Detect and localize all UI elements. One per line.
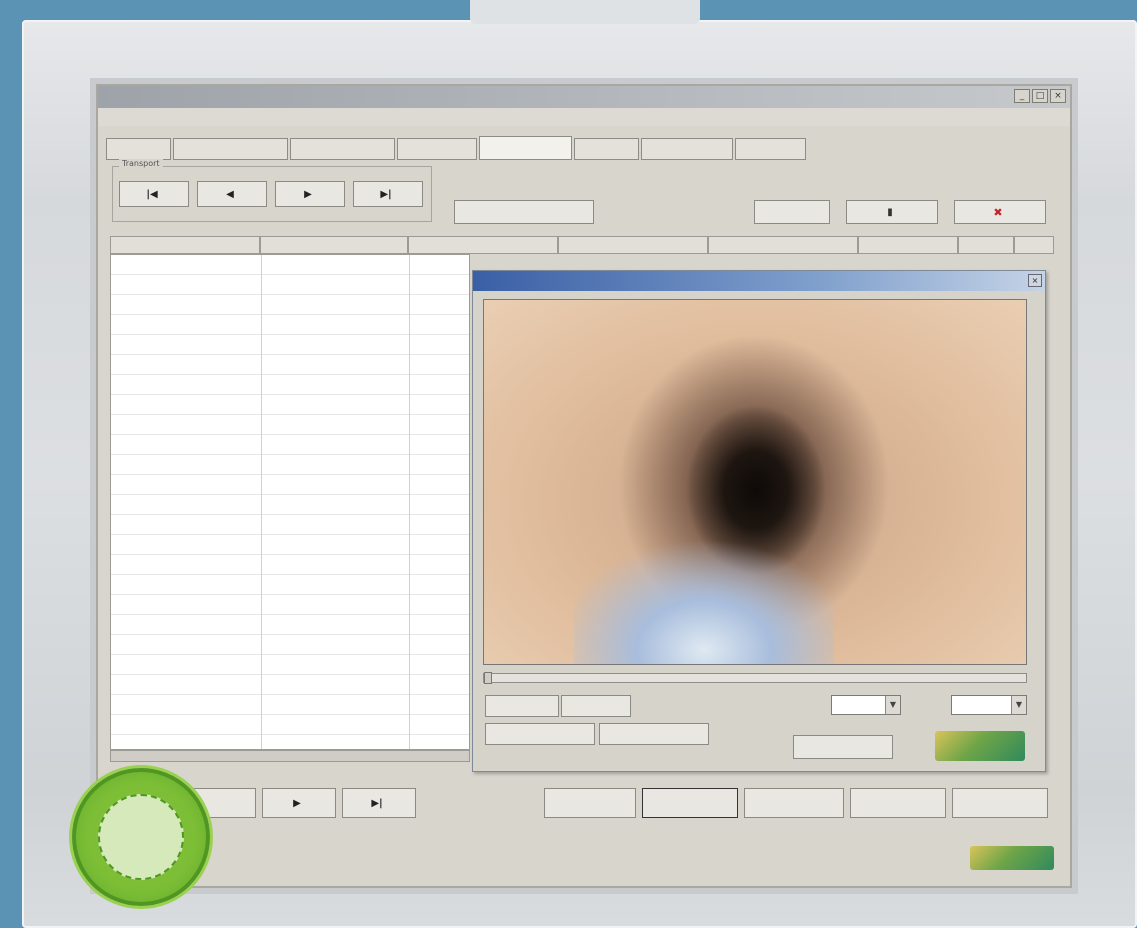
- grid-horizontal-scrollbar[interactable]: [110, 750, 470, 762]
- table-row[interactable]: [111, 375, 469, 395]
- video-player-dialog: × ▼ ▼: [472, 270, 1046, 772]
- video-seek-bar[interactable]: [483, 672, 1027, 684]
- table-row[interactable]: [111, 395, 469, 415]
- vendor-logo: [935, 731, 1025, 761]
- transport-group-label: Transport: [119, 159, 163, 168]
- badge-inner: [98, 794, 184, 880]
- tab-8[interactable]: [735, 138, 807, 160]
- skip-to-end-icon: ▶|: [380, 188, 392, 200]
- delete-button[interactable]: ✖: [954, 200, 1046, 224]
- play-video-button[interactable]: [454, 200, 594, 224]
- video-play-button[interactable]: [561, 695, 631, 717]
- table-row[interactable]: [111, 275, 469, 295]
- minimize-button[interactable]: _: [1014, 89, 1030, 103]
- skip-to-start-icon: |◀: [146, 188, 158, 200]
- pipe-floor-highlight: [574, 520, 834, 664]
- transport-group: Transport |◀ ◀ ▶ ▶|: [112, 159, 432, 222]
- print-button[interactable]: [754, 200, 830, 224]
- grid-header-row: [110, 236, 1054, 254]
- tab-7[interactable]: [640, 138, 734, 160]
- grid-header-cell[interactable]: [110, 236, 260, 254]
- action-button-1[interactable]: [544, 788, 636, 818]
- save-icon: ▮: [887, 206, 893, 218]
- last-record-button[interactable]: ▶|: [353, 181, 423, 207]
- free-trial-badge: [72, 768, 210, 906]
- grid-header-cell[interactable]: [958, 236, 1014, 254]
- grid-header-cell[interactable]: [858, 236, 958, 254]
- tab-3[interactable]: [289, 138, 396, 160]
- pipe-inspection-video[interactable]: [483, 299, 1027, 665]
- table-row[interactable]: [111, 295, 469, 315]
- footer-logo: [970, 846, 1054, 870]
- grid-header-cell[interactable]: [708, 236, 858, 254]
- tab-2[interactable]: [173, 138, 288, 160]
- video-dialog-title: [473, 271, 1045, 291]
- delete-icon: ✖: [993, 205, 1003, 219]
- grid-header-cell[interactable]: [558, 236, 708, 254]
- step-forward-icon: ▶: [293, 797, 301, 809]
- tab-4[interactable]: [397, 138, 477, 160]
- size-dropdown[interactable]: ▼: [951, 695, 1027, 715]
- table-row[interactable]: [111, 315, 469, 335]
- step-back-icon: ◀: [226, 188, 234, 200]
- step-forward-icon: ▶: [304, 188, 312, 200]
- video-snapshot-button[interactable]: [599, 723, 709, 745]
- table-row[interactable]: [111, 355, 469, 375]
- title-bar: _ □ ×: [98, 86, 1070, 108]
- video-dialog-close-button[interactable]: ×: [1028, 274, 1042, 287]
- video-settings-button[interactable]: [793, 735, 893, 759]
- bottom-last-button[interactable]: ▶|: [342, 788, 416, 818]
- first-record-button[interactable]: |◀: [119, 181, 189, 207]
- chevron-down-icon: ▼: [1011, 696, 1026, 714]
- grid-header-cell[interactable]: [260, 236, 408, 254]
- table-row[interactable]: [111, 415, 469, 435]
- action-button-2[interactable]: [642, 788, 738, 818]
- maximize-button[interactable]: □: [1032, 89, 1048, 103]
- video-capture-button[interactable]: [485, 723, 595, 745]
- close-button[interactable]: ×: [1050, 89, 1066, 103]
- menu-bar: [98, 108, 1070, 126]
- chevron-down-icon: ▼: [885, 696, 900, 714]
- tab-6[interactable]: [573, 138, 639, 160]
- bezel-notch: [470, 0, 700, 24]
- table-row[interactable]: [111, 435, 469, 455]
- action-button-3[interactable]: [744, 788, 844, 818]
- previous-record-button[interactable]: ◀: [197, 181, 267, 207]
- application-window: _ □ × Transport |◀ ◀ ▶ ▶| ▮ ✖ × ▼ ▼ ▶ ▶|: [96, 84, 1072, 888]
- save-button[interactable]: ▮: [846, 200, 938, 224]
- action-button-4[interactable]: [850, 788, 946, 818]
- tab-5[interactable]: [478, 136, 572, 160]
- video-seek-thumb[interactable]: [484, 672, 492, 684]
- tab-1[interactable]: [106, 138, 172, 160]
- speed-dropdown[interactable]: ▼: [831, 695, 901, 715]
- skip-to-end-icon: ▶|: [371, 797, 383, 809]
- grid-header-cell[interactable]: [1014, 236, 1054, 254]
- next-record-button[interactable]: ▶: [275, 181, 345, 207]
- table-row[interactable]: [111, 335, 469, 355]
- records-grid[interactable]: [110, 254, 470, 750]
- tab-strip: [106, 136, 807, 160]
- bottom-next-button[interactable]: ▶: [262, 788, 336, 818]
- action-button-5[interactable]: [952, 788, 1048, 818]
- table-row[interactable]: [111, 255, 469, 275]
- video-stop-button[interactable]: [485, 695, 559, 717]
- grid-header-cell[interactable]: [408, 236, 558, 254]
